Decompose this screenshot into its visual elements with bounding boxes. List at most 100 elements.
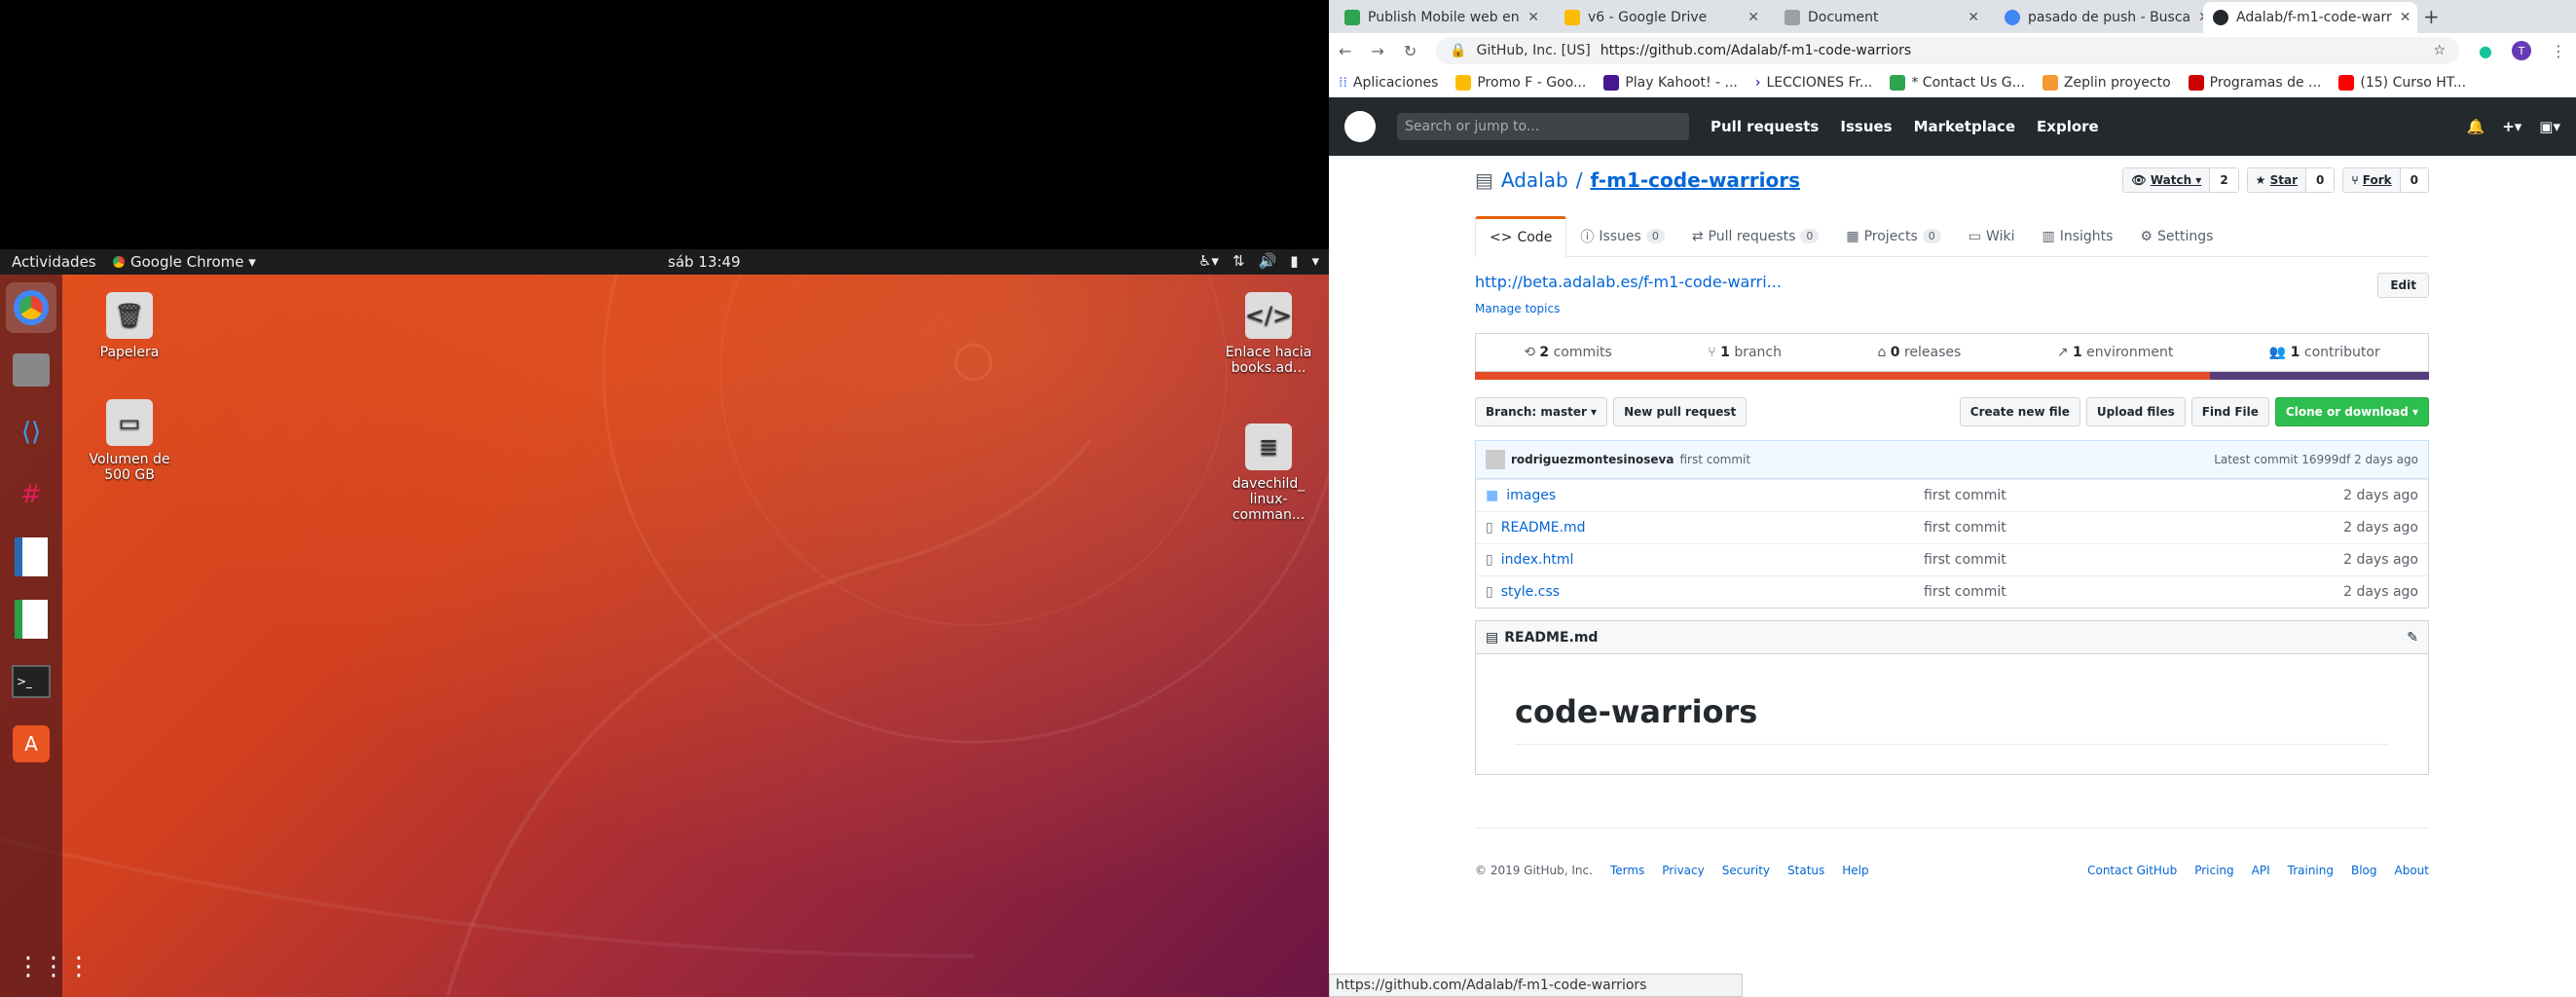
browser-tab[interactable]: pasado de push - Busca✕ (1995, 2, 2209, 33)
close-icon[interactable]: ✕ (2400, 10, 2411, 25)
commit-author-link[interactable]: rodriguezmontesinoseva (1511, 453, 1674, 466)
calc-launcher[interactable] (6, 594, 56, 645)
avatar[interactable]: T (2512, 41, 2531, 60)
desktop-icon-pdf[interactable]: ≣ davechild_ linux- comman... (1215, 424, 1322, 523)
footer-link[interactable]: Pricing (2194, 864, 2233, 877)
contributor-link[interactable]: 👥 1 contributor (2269, 345, 2380, 360)
nav-pull-requests[interactable]: Pull requests (1711, 118, 1819, 135)
footer-link[interactable]: Privacy (1662, 864, 1704, 877)
show-apps-icon[interactable]: ⋮⋮⋮ (16, 952, 92, 981)
language-bar[interactable] (1475, 372, 2429, 380)
file-link[interactable]: style.css (1501, 584, 1560, 600)
releases-link[interactable]: ⌂ 0 releases (1877, 345, 1961, 360)
pencil-icon[interactable]: ✎ (2407, 630, 2418, 646)
network-icon[interactable]: ⇅ (1233, 252, 1245, 270)
back-icon[interactable]: ← (1339, 42, 1351, 60)
footer-link[interactable]: Security (1722, 864, 1770, 877)
commit-message[interactable]: first commit (1924, 488, 2343, 503)
terminal-launcher[interactable]: >_ (6, 656, 56, 707)
footer-link[interactable]: About (2395, 864, 2429, 877)
github-logo-icon[interactable] (1344, 111, 1376, 142)
browser-tab[interactable]: v6 - Google Drive ✕ (1555, 2, 1769, 33)
menu-icon[interactable]: ⋮ (2551, 42, 2566, 60)
desktop-icon-volume[interactable]: ▭ Volumen de 500 GB (76, 399, 183, 483)
tab-issues[interactable]: ⓘ Issues 0 (1566, 216, 1678, 256)
commit-message[interactable]: first commit (1679, 453, 1750, 466)
bell-icon[interactable]: 🔔 (2467, 118, 2485, 135)
branch-select[interactable]: Branch: master ▾ (1475, 397, 1608, 426)
nav-marketplace[interactable]: Marketplace (1914, 118, 2015, 135)
repo-name-link[interactable]: f-m1-code-warriors (1590, 168, 1800, 192)
file-link[interactable]: README.md (1501, 520, 1586, 535)
footer-link[interactable]: Contact GitHub (2087, 864, 2177, 877)
tab-code[interactable]: <> Code (1475, 216, 1567, 257)
commits-link[interactable]: ⟲ 2 commits (1524, 345, 1612, 360)
accessibility-icon[interactable]: ♿▾ (1198, 252, 1219, 270)
edit-button[interactable]: Edit (2377, 273, 2429, 298)
writer-launcher[interactable] (6, 532, 56, 582)
avatar[interactable] (1486, 450, 1505, 469)
star-button[interactable]: ★ Star 0 (2246, 167, 2336, 193)
commit-message[interactable]: first commit (1924, 584, 2343, 600)
close-icon[interactable]: ✕ (1968, 10, 1979, 25)
search-input[interactable]: Search or jump to... (1397, 113, 1689, 140)
footer-link[interactable]: Help (1842, 864, 1868, 877)
nav-issues[interactable]: Issues (1840, 118, 1892, 135)
bookmark-item[interactable]: (15) Curso HT... (2338, 75, 2466, 91)
tab-settings[interactable]: ⚙ Settings (2126, 216, 2226, 256)
upload-files-button[interactable]: Upload files (2085, 397, 2186, 426)
tab-wiki[interactable]: ▭ Wiki (1955, 216, 2029, 256)
watch-button[interactable]: 👁 Watch ▾ 2 (2122, 167, 2239, 193)
volume-icon[interactable]: 🔊 (1259, 252, 1277, 270)
browser-tab-active[interactable]: Adalab/f-m1-code-warr ✕ (2203, 2, 2417, 33)
app-menu[interactable]: Google Chrome ▾ (113, 253, 256, 271)
desktop-icon-trash[interactable]: 🗑 Papelera (76, 292, 183, 360)
manage-topics-link[interactable]: Manage topics (1475, 302, 2429, 315)
latest-commit[interactable]: Latest commit 16999df 2 days ago (2214, 453, 2418, 466)
footer-link[interactable]: Status (1787, 864, 1824, 877)
footer-link[interactable]: Training (2288, 864, 2334, 877)
avatar[interactable]: ▣▾ (2539, 118, 2560, 135)
star-icon[interactable]: ☆ (2433, 43, 2446, 58)
files-launcher[interactable] (6, 345, 56, 395)
branch-link[interactable]: ⑂ 1 branch (1708, 345, 1782, 360)
fork-button[interactable]: ⑂ Fork 0 (2342, 167, 2429, 193)
forward-icon[interactable]: → (1371, 42, 1383, 60)
browser-tab[interactable]: Document ✕ (1775, 2, 1989, 33)
reload-icon[interactable]: ↻ (1404, 42, 1417, 60)
system-tray[interactable]: ♿▾ ⇅ 🔊 ▮ ▾ (1198, 252, 1319, 270)
bookmark-item[interactable]: Promo F - Goo... (1455, 75, 1586, 91)
vscode-launcher[interactable]: ⟨⟩ (6, 407, 56, 458)
bookmark-item[interactable]: Zeplin proyecto (2042, 75, 2171, 91)
environment-link[interactable]: ↗ 1 environment (2057, 345, 2174, 360)
bookmark-item[interactable]: ⁞⁞ Aplicaciones (1339, 75, 1438, 91)
bookmark-item[interactable]: * Contact Us G... (1890, 75, 2025, 91)
file-link[interactable]: index.html (1501, 552, 1574, 568)
bookmark-item[interactable]: Play Kahoot! - ... (1603, 75, 1738, 91)
bookmark-item[interactable]: Programas de ... (2188, 75, 2321, 91)
desktop-icon-link[interactable]: </> Enlace hacia books.ad... (1215, 292, 1322, 376)
create-new-file-button[interactable]: Create new file (1959, 397, 2080, 426)
homepage-link[interactable]: http://beta.adalab.es/f-m1-code-warri... (1475, 273, 1782, 298)
address-bar[interactable]: 🔒 GitHub, Inc. [US] https://github.com/A… (1436, 37, 2460, 64)
commit-message[interactable]: first commit (1924, 552, 2343, 568)
battery-icon[interactable]: ▮ (1290, 252, 1298, 270)
new-tab-button[interactable]: + (2423, 5, 2440, 28)
tab-pull-requests[interactable]: ⇄ Pull requests 0 (1678, 216, 1833, 256)
tab-insights[interactable]: ▥ Insights (2028, 216, 2126, 256)
plus-icon[interactable]: +▾ (2502, 118, 2521, 135)
close-icon[interactable]: ✕ (1527, 10, 1539, 25)
new-pull-request-button[interactable]: New pull request (1613, 397, 1748, 426)
file-link[interactable]: images (1506, 488, 1556, 503)
slack-launcher[interactable]: # (6, 469, 56, 520)
software-launcher[interactable]: A (6, 719, 56, 769)
clone-download-button[interactable]: Clone or download ▾ (2274, 397, 2429, 426)
browser-tab[interactable]: Publish Mobile web en ✕ (1335, 2, 1549, 33)
bookmark-item[interactable]: › LECCIONES Fr... (1755, 75, 1872, 91)
activities-button[interactable]: Actividades (12, 253, 96, 271)
chrome-launcher[interactable] (6, 282, 56, 333)
clock[interactable]: sáb 13:49 (668, 253, 741, 271)
commit-message[interactable]: first commit (1924, 520, 2343, 535)
chevron-down-icon[interactable]: ▾ (1311, 252, 1319, 270)
footer-link[interactable]: API (2252, 864, 2270, 877)
